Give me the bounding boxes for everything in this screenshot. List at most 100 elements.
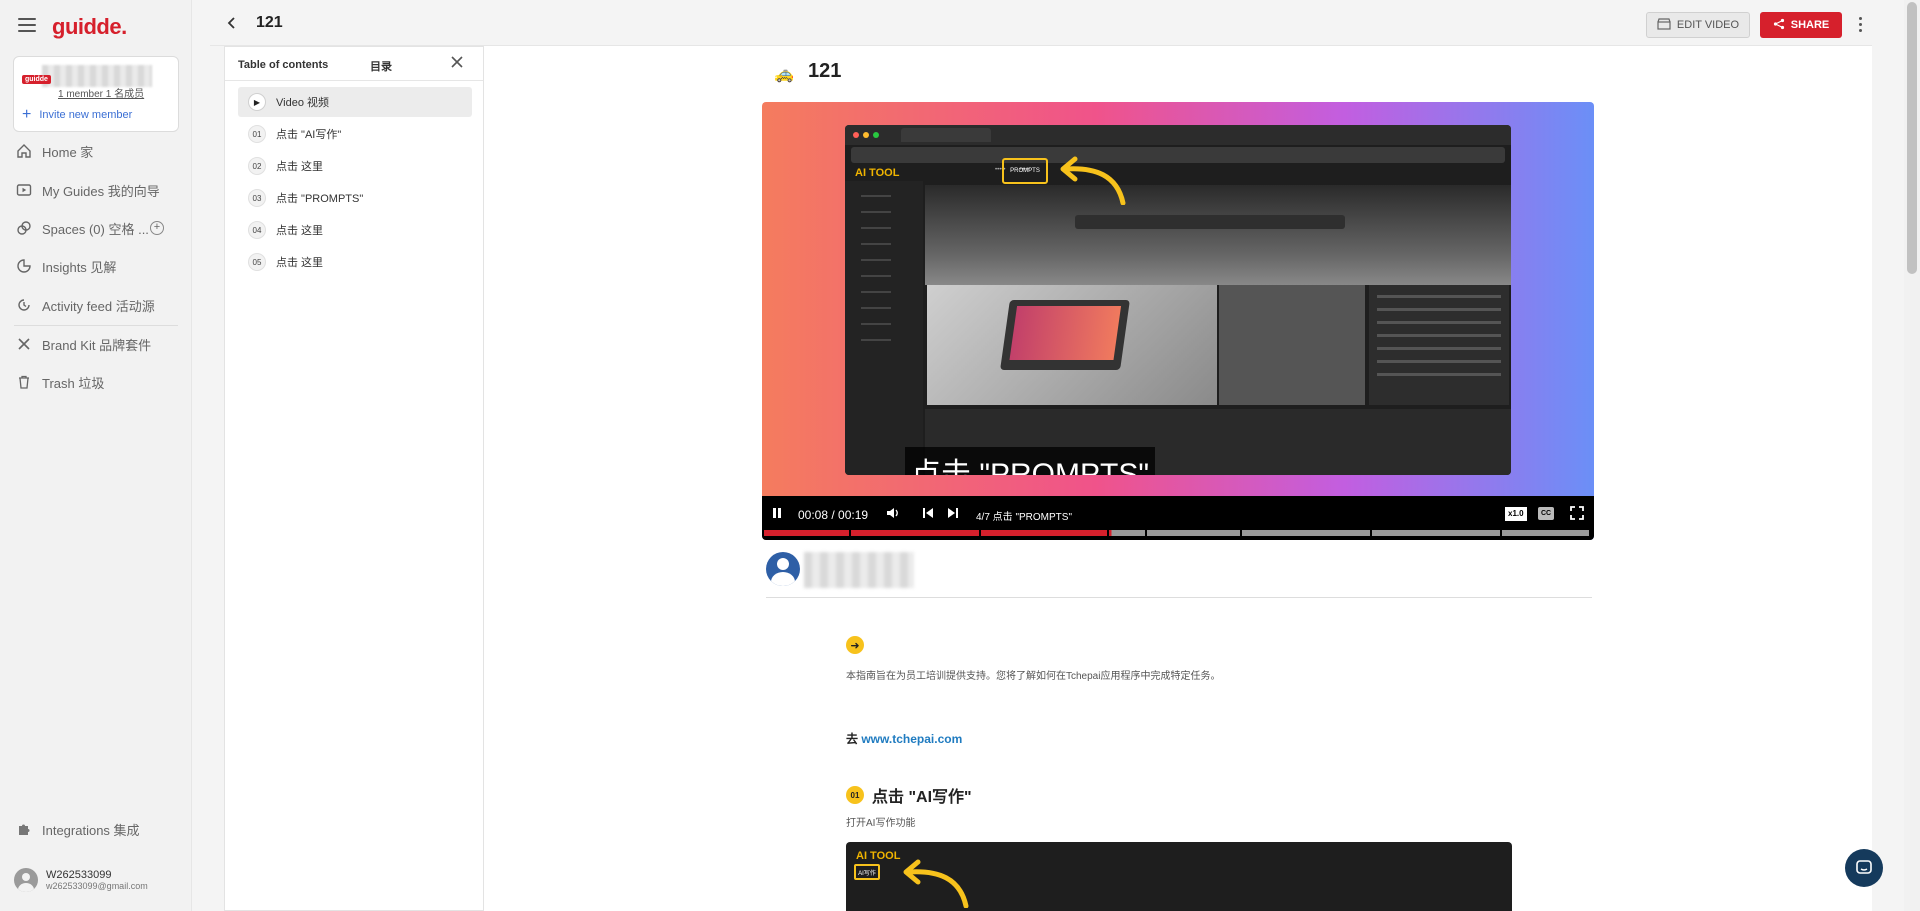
go-prefix: 去 [846,732,862,746]
progress-segment[interactable] [1372,530,1500,536]
toc-item-step[interactable]: 04 点击 这里 [238,215,472,245]
toc-item-number: 01 [248,125,266,143]
back-arrow-icon[interactable] [226,16,238,35]
volume-icon[interactable] [886,507,900,519]
more-options-icon[interactable] [1856,14,1864,34]
nav-divider [14,325,178,326]
nav-brand-kit[interactable]: Brand Kit 品牌套件 [16,333,151,355]
toc-item-step[interactable]: 01 点击 "AI写作" [238,119,472,149]
edit-video-label: EDIT VIDEO [1676,19,1740,31]
site-hero [925,185,1511,285]
progress-segment[interactable] [1502,530,1589,536]
workspace-members-link[interactable]: 1 member 1 名成员 [58,85,144,100]
go-to-line: 去 www.tchepai.com [846,730,962,747]
workspace-badge: guidde [22,75,51,84]
captions-button[interactable]: CC [1538,507,1554,520]
progress-segment[interactable] [1147,530,1240,536]
brand-kit-icon [16,336,32,352]
edit-video-button[interactable]: EDIT VIDEO [1646,12,1750,38]
video-caption: 点击 "PROMPTS" [905,447,1155,475]
share-icon [1773,18,1785,33]
author-avatar [766,552,800,586]
intro-text: 本指南旨在为员工培训提供支持。您将了解如何在Tchepai应用程序中完成特定任务… [846,671,1221,682]
progress-segment[interactable] [851,530,979,536]
spaces-icon [16,220,32,236]
hamburger-menu-icon[interactable] [18,18,36,32]
step-title: 点击 "AI写作" [872,789,972,806]
guides-icon [16,182,32,198]
invite-member-button[interactable]: + Invite new member [22,107,133,123]
nav-trash[interactable]: Trash 垃圾 [16,371,104,393]
author-row [766,548,1592,598]
guide-title: 121 [808,60,842,82]
nav-insights-label: Insights 见解 [42,259,117,275]
workspace-card[interactable]: guidde 1 member 1 名成员 + Invite new membe… [13,56,179,132]
sidebar: guidde. guidde 1 member 1 名成员 + Invite n… [0,0,192,911]
toc-item-step[interactable]: 05 点击 这里 [238,247,472,277]
nav-activity[interactable]: Activity feed 活动源 [16,294,155,316]
toc-item-number: 04 [248,221,266,239]
toc-item-step[interactable]: 03 点击 "PROMPTS" [238,183,472,213]
nav-brand-kit-label: Brand Kit 品牌套件 [42,337,152,353]
nav-home[interactable]: Home 家 [16,140,93,162]
progress-segment[interactable] [981,530,1107,536]
nav-activity-label: Activity feed 活动源 [42,298,155,314]
add-space-icon[interactable]: + [150,221,164,235]
step-screenshot[interactable]: AI TOOL AI写作 [846,842,1512,911]
prompts-highlight: PROMPTS [1002,158,1048,184]
browser-url-bar [851,147,1505,163]
step-header: 01 点击 "AI写作" [846,783,972,807]
scrollbar-thumb[interactable] [1907,2,1917,274]
nav-integrations-label: Integrations 集成 [42,822,140,838]
pause-icon[interactable] [772,507,782,519]
toc-divider [225,80,483,81]
ai-writing-highlight: AI写作 [854,864,880,880]
step-description: 打开AI写作功能 [846,818,916,829]
nav-spaces[interactable]: Spaces (0) 空格 ... [16,217,149,239]
site-card [1219,285,1365,405]
invite-member-label: Invite new member [39,109,133,121]
tchepai-link[interactable]: www.tchepai.com [861,732,962,746]
nav-integrations[interactable]: Integrations 集成 [16,818,140,840]
previous-chapter-icon[interactable] [922,507,934,519]
guidde-logo[interactable]: guidde. [52,14,127,40]
share-button[interactable]: SHARE [1760,12,1842,38]
toc-item-label: 点击 "AI写作" [276,129,342,141]
page-scrollbar[interactable] [1904,0,1920,911]
video-chapter: 4/7 点击 "PROMPTS" [976,512,1073,523]
user-name: W262533099 [46,869,112,881]
nav-my-guides[interactable]: My Guides 我的向导 [16,179,160,201]
nav-my-guides-label: My Guides 我的向导 [42,183,160,199]
activity-icon [16,297,32,313]
playback-speed[interactable]: x1.0 [1505,507,1527,521]
toc-item-label: Video 视频 [276,97,329,109]
toc-item-step[interactable]: 02 点击 这里 [238,151,472,181]
author-name-blurred [804,552,914,588]
video-progress-bar[interactable] [764,530,1592,536]
play-icon: ▶ [248,93,266,111]
toc-title-cn: 目录 [370,61,392,73]
site-search [1075,215,1345,229]
nav-insights[interactable]: Insights 见解 [16,255,116,277]
page-title: 121 [256,14,283,31]
toc-item-video[interactable]: ▶ Video 视频 [238,87,472,117]
video-frame-screenshot: AI TOOL ••••• ••••• PROMPTS 点击 "PROMPTS" [845,125,1511,475]
browser-chrome [845,125,1511,145]
close-icon[interactable] [451,55,463,73]
guide-emoji-icon: 🚕 [774,66,794,83]
pointer-arrow-icon [903,859,969,908]
toc-item-label: 点击 这里 [276,257,324,269]
toc-item-number: 03 [248,189,266,207]
laptop-image [1000,300,1130,370]
progress-segment[interactable] [1242,530,1370,536]
fullscreen-icon[interactable] [1570,506,1584,520]
main-content: 🚕 121 AI TOOL ••••• ••••• PROMPTS 点击 "PRO… [484,46,1872,911]
user-profile[interactable]: W262533099 w262533099@gmail.com [14,868,148,892]
progress-segment[interactable] [764,530,849,536]
progress-segment[interactable] [1109,530,1145,536]
next-chapter-icon[interactable] [947,507,959,519]
user-email: w262533099@gmail.com [46,881,148,891]
video-player[interactable]: AI TOOL ••••• ••••• PROMPTS 点击 "PROMPTS" … [762,102,1594,540]
toc-item-label: 点击 这里 [276,161,324,173]
chat-support-icon[interactable] [1845,849,1883,887]
